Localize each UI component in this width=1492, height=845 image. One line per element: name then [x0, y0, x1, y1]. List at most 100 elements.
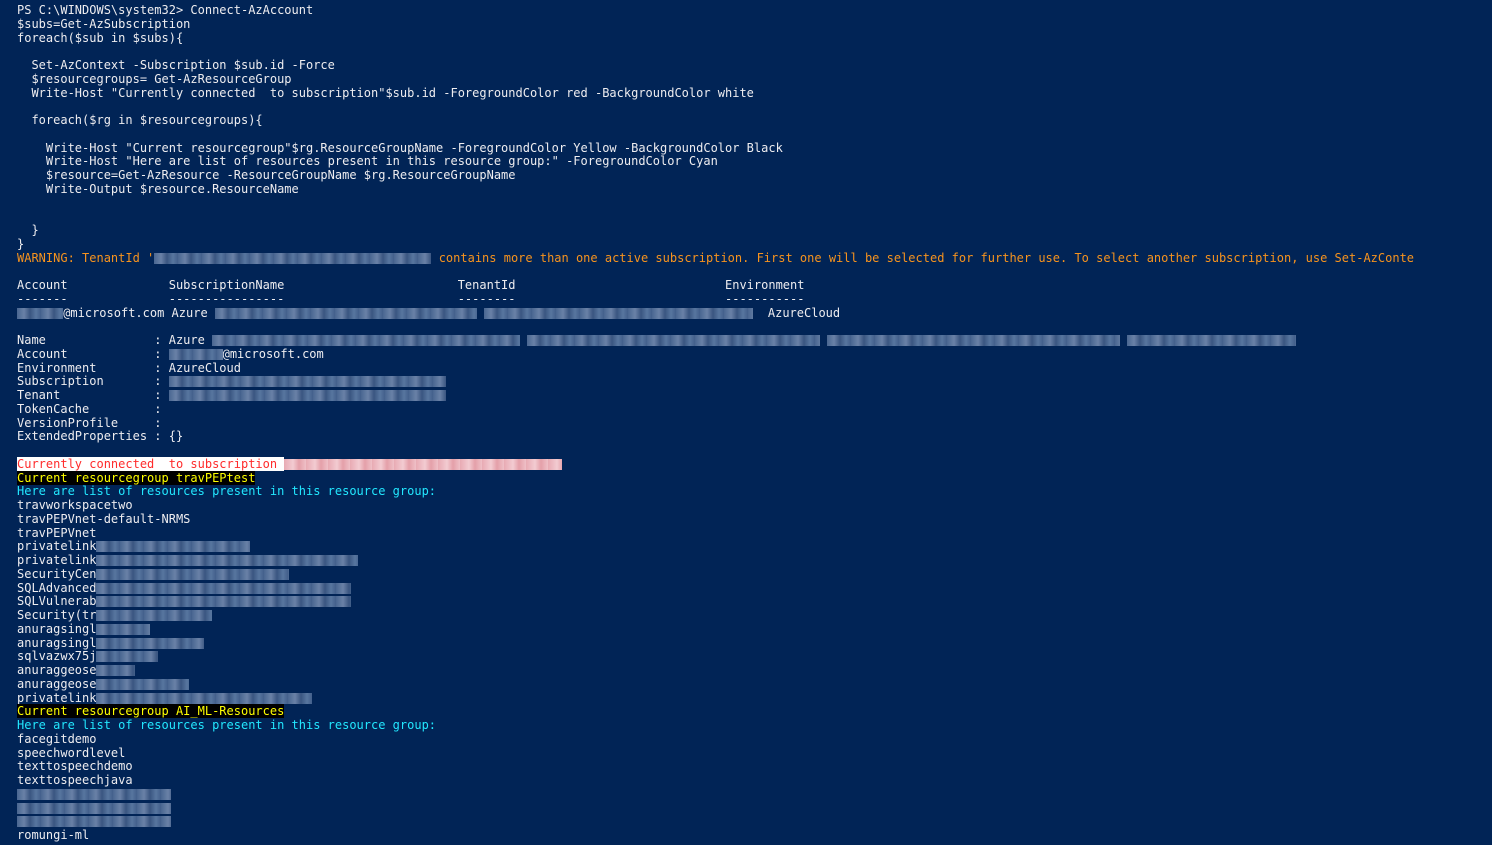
console-line: Subscription :	[17, 374, 1492, 389]
console-text: Subscription :	[17, 374, 169, 389]
console-text: @microsoft.com Azure	[63, 305, 215, 320]
console-line: Environment : AzureCloud	[17, 361, 1492, 376]
redacted-text	[96, 582, 351, 594]
console-text: texttospeechdemo	[17, 759, 133, 774]
console-text: travPEPVnet	[17, 525, 97, 540]
redacted-text	[96, 623, 151, 635]
console-text: travPEPVnet-default-NRMS	[17, 511, 191, 526]
console-line: privatelink	[17, 553, 1492, 568]
console-text: }	[17, 236, 25, 251]
console-text: PS C:\WINDOWS\system32> Connect-AzAccoun…	[17, 3, 314, 17]
console-line: Name : Azure	[17, 333, 1492, 348]
console-line: Set-AzContext -Subscription $sub.id -For…	[17, 58, 1492, 73]
console-text: Write-Host "Here are list of resources p…	[17, 154, 718, 169]
redacted-text	[212, 335, 521, 346]
console-line: ------- ---------------- -------- ------…	[17, 291, 1492, 307]
console-line: Write-Output $resource.ResourceName	[17, 182, 1492, 197]
console-text: Security(tr	[17, 608, 97, 622]
redacted-text	[17, 802, 171, 814]
redacted-text	[17, 816, 171, 828]
console-text: SecurityCen	[17, 566, 97, 581]
redacted-text	[96, 678, 189, 690]
console-line: $resourcegroups= Get-AzResourceGroup	[17, 72, 1492, 87]
console-text: texttospeechjava	[17, 773, 133, 787]
redacted-text	[17, 307, 64, 319]
console-line: }	[17, 223, 1492, 238]
console-line: Current resourcegroup travPEPtest	[17, 470, 1492, 486]
redacted-text	[96, 596, 351, 608]
console-line: romungi-ml	[17, 828, 1492, 843]
console-text: anuraggeose	[17, 663, 97, 677]
console-line: sqlvazwx75j	[17, 649, 1492, 664]
console-line: texttospeechdemo	[17, 759, 1492, 774]
redacted-text	[17, 788, 171, 800]
powershell-console[interactable]: PS C:\WINDOWS\system32> Connect-AzAccoun…	[0, 0, 1492, 845]
console-line: foreach($sub in $subs){	[17, 30, 1492, 46]
redacted-text	[96, 555, 359, 566]
console-text: AzureCloud	[753, 305, 841, 320]
console-line: Account SubscriptionName TenantId Enviro…	[17, 278, 1492, 293]
console-line: Here are list of resources present in th…	[17, 484, 1492, 499]
redacted-text	[168, 376, 446, 388]
console-text: VersionProfile :	[17, 415, 162, 430]
console-text: $subs=Get-AzSubscription	[17, 16, 191, 31]
console-text: foreach($sub in $subs){	[17, 30, 184, 45]
redacted-text	[96, 568, 289, 580]
console-line: travPEPVnet-default-NRMS	[17, 511, 1492, 527]
redacted-text	[96, 637, 205, 649]
console-line: privatelink	[17, 691, 1492, 706]
console-line: SQLVulnerab	[17, 594, 1492, 609]
redacted-text	[154, 252, 432, 264]
console-line: facegitdemo	[17, 731, 1492, 747]
redacted-text	[96, 610, 212, 621]
console-text: Set-AzContext -Subscription $sub.id -For…	[17, 58, 335, 72]
console-text: Write-Host "Currently connected to subsc…	[17, 85, 754, 100]
console-text: anuragsingl	[17, 621, 97, 636]
redacted-text	[827, 335, 1120, 346]
console-text: romungi-ml	[17, 828, 90, 842]
console-line: VersionProfile :	[17, 415, 1492, 431]
redacted-text	[483, 307, 754, 319]
console-line: @microsoft.com Azure AzureCloud	[17, 305, 1492, 321]
console-line: Current resourcegroup AI_ML-Resources	[17, 704, 1492, 719]
console-line: Here are list of resources present in th…	[17, 718, 1492, 733]
console-line: texttospeechjava	[17, 773, 1492, 788]
console-line: ExtendedProperties : {}	[17, 429, 1492, 444]
console-text: Here are list of resources present in th…	[17, 484, 437, 499]
console-text: Tenant :	[17, 388, 169, 402]
console-line: privatelink	[17, 539, 1492, 554]
console-line: PS C:\WINDOWS\system32> Connect-AzAccoun…	[17, 3, 1492, 18]
redacted-text	[1126, 335, 1297, 346]
console-text: WARNING: TenantId '	[17, 250, 155, 265]
console-line: anuragsingl	[17, 621, 1492, 637]
console-text: travworkspacetwo	[17, 498, 133, 512]
redacted-text	[96, 692, 313, 704]
console-text: facegitdemo	[17, 731, 97, 746]
console-line: Account : @microsoft.com	[17, 347, 1492, 362]
redacted-text	[96, 651, 159, 663]
redacted-text	[527, 335, 820, 346]
console-line: anuragsingl	[17, 635, 1492, 651]
console-text: Name : Azure	[17, 333, 213, 347]
console-line	[17, 815, 1492, 829]
console-text: Account SubscriptionName TenantId Enviro…	[17, 278, 805, 292]
redacted-text	[96, 541, 251, 553]
console-text: speechwordlevel	[17, 745, 126, 760]
console-line: anuraggeose	[17, 663, 1492, 678]
console-line: Currently connected to subscription	[17, 456, 1492, 472]
console-text: TokenCache :	[17, 401, 162, 416]
console-text: Current resourcegroup travPEPtest	[17, 470, 256, 485]
console-line: SQLAdvanced	[17, 581, 1492, 596]
console-text: privatelink	[17, 539, 97, 554]
console-line: foreach($rg in $resourcegroups){	[17, 113, 1492, 128]
console-text: anuragsingl	[17, 635, 97, 650]
console-text: }	[17, 223, 39, 237]
console-text: ------- ---------------- -------- ------…	[17, 291, 805, 306]
